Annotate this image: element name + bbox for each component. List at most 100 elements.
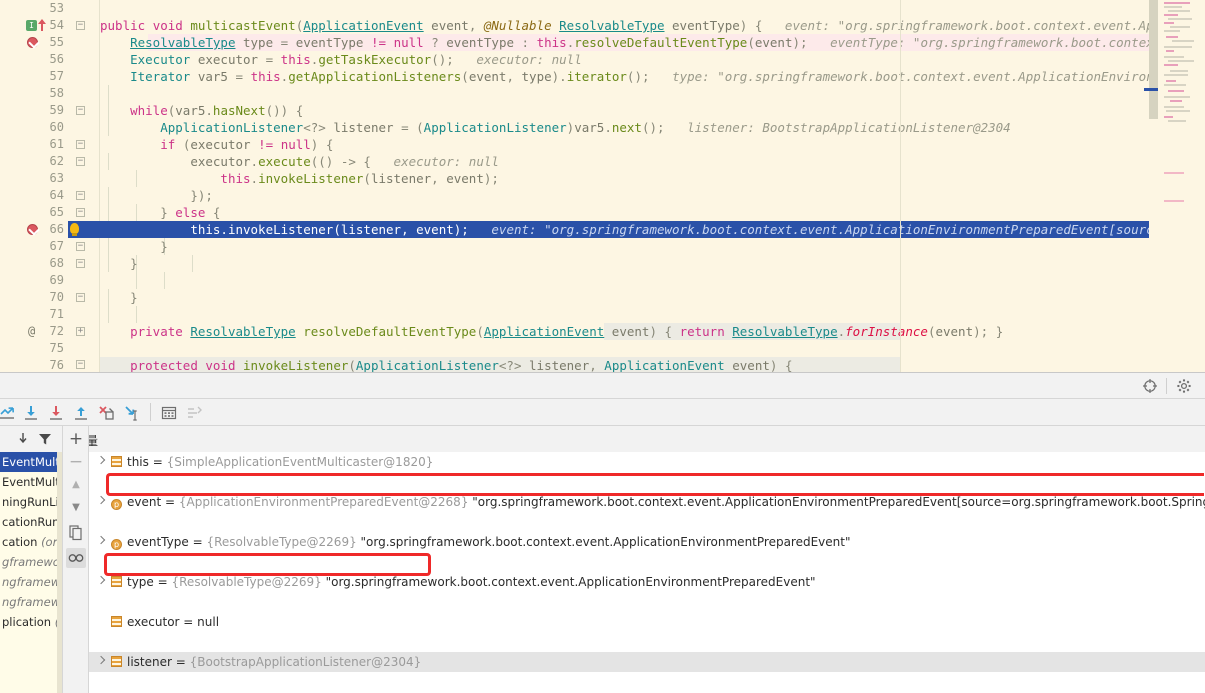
breakpoint-arrow-icon[interactable]	[38, 19, 46, 31]
variable-row-eventtype[interactable]: p eventType = {ResolvableType@2269} "org.…	[89, 532, 1205, 552]
fold-marker-icon[interactable]: −	[76, 106, 85, 115]
variable-row-executor[interactable]: executor = null	[89, 612, 1205, 632]
frames-toolbar[interactable]	[0, 426, 63, 452]
remove-watch-button[interactable]: −	[66, 452, 86, 472]
code-line[interactable]: 76 − protected void invokeListener(Appli…	[0, 357, 1180, 372]
field-icon	[111, 456, 122, 467]
code-line[interactable]: 60 ApplicationListener<?> listener = (Ap…	[0, 119, 1180, 187]
code-line[interactable]: 63 this.invokeListener(listener, event);	[0, 170, 1180, 272]
show-execution-point-button[interactable]	[0, 403, 17, 423]
move-up-button[interactable]: ▲	[66, 475, 86, 495]
editor-viewport[interactable]: 53 54 I − public void multicastEvent(App…	[0, 0, 1180, 372]
chevron-right-icon[interactable]	[97, 497, 106, 506]
frame-row[interactable]: ngframewo	[0, 572, 62, 592]
fold-marker-icon[interactable]: −	[76, 21, 85, 30]
debug-stepping-toolbar[interactable]	[0, 399, 1205, 426]
variable-row-type[interactable]: type = {ResolvableType@2269} "org.spring…	[89, 572, 1205, 592]
editor-vertical-scrollbar[interactable]	[1149, 0, 1158, 372]
code-line-current[interactable]: 66 this.invokeListener(listener, event);…	[0, 221, 1180, 238]
fold-marker-icon[interactable]: +	[76, 327, 85, 336]
chevron-right-icon[interactable]	[97, 457, 106, 466]
code-line[interactable]: 56 Executor executor = this.getTaskExecu…	[0, 51, 1180, 102]
code-line[interactable]: 64 − });	[0, 187, 1180, 289]
frame-location: gframework	[2, 555, 62, 569]
show-threads-button[interactable]	[184, 403, 204, 423]
move-down-button[interactable]: ▼	[66, 498, 86, 518]
crosshair-locate-icon[interactable]	[1142, 378, 1158, 394]
variable-name: listener	[127, 655, 172, 669]
fold-marker-icon[interactable]: −	[76, 259, 85, 268]
fold-marker-icon[interactable]: −	[76, 191, 85, 200]
fold-marker-icon[interactable]: −	[76, 157, 85, 166]
frame-row[interactable]: cation (org	[0, 532, 62, 552]
frames-list[interactable]: EventMultic EventMultic ningRunList cati…	[0, 452, 63, 693]
variable-ref: {ResolvableType@2269}	[206, 535, 357, 549]
glasses-icon[interactable]	[66, 548, 86, 568]
code-line[interactable]: 75	[0, 340, 1180, 357]
code-line[interactable]: 58	[0, 85, 1180, 136]
editor-minimap[interactable]	[1158, 0, 1205, 372]
code-line[interactable]: 65 − } else {	[0, 204, 1180, 289]
frame-row[interactable]: ngframewo	[0, 592, 62, 612]
code-line[interactable]: 69	[0, 272, 1180, 323]
code-text: ResolvableType type = eventType != null …	[130, 35, 1180, 50]
step-over-button[interactable]	[21, 403, 41, 423]
frame-row[interactable]: gframework	[0, 552, 62, 572]
copy-icon[interactable]	[66, 522, 86, 542]
evaluate-expression-button[interactable]	[159, 403, 179, 423]
code-line[interactable]: 72 @ + private ResolvableType resolveDef…	[0, 323, 1180, 340]
debug-tool-window[interactable]: 变量 EventMultic EventMultic ningRunList c…	[0, 372, 1205, 693]
code-line[interactable]: 57 Iterator var5 = this.getApplicationLi…	[0, 68, 1180, 119]
watches-side-toolbar[interactable]: + − ▲ ▼	[63, 426, 89, 693]
force-step-into-button[interactable]	[96, 403, 116, 423]
gear-icon[interactable]	[1176, 378, 1192, 394]
variable-row-event[interactable]: p event = {ApplicationEnvironmentPrepared…	[89, 492, 1205, 512]
chevron-right-icon[interactable]	[97, 537, 106, 546]
debug-tabs-row[interactable]: 变量	[0, 426, 1205, 452]
code-line[interactable]: 62 − executor.execute(() -> { executor: …	[0, 153, 1180, 255]
step-into-button[interactable]	[46, 403, 66, 423]
scrollbar-thumb[interactable]	[1149, 0, 1158, 119]
variable-row-this[interactable]: this = {SimpleApplicationEventMulticaste…	[89, 452, 1205, 472]
chevron-right-icon[interactable]	[97, 577, 106, 586]
code-line[interactable]: 68 − }	[0, 255, 1180, 323]
code-line[interactable]: 55 ResolvableType type = eventType != nu…	[0, 34, 1180, 119]
code-line[interactable]: 71	[0, 306, 1180, 323]
frame-row[interactable]: cationRunLi	[0, 512, 62, 532]
frame-row[interactable]: ningRunList	[0, 492, 62, 512]
run-method-icon[interactable]: I	[26, 20, 37, 31]
code-line[interactable]: 59 − while(var5.hasNext()) {	[0, 102, 1180, 170]
frame-row[interactable]: EventMultic	[0, 452, 62, 472]
annotation-marker[interactable]: @	[28, 323, 35, 340]
fold-marker-icon[interactable]: −	[76, 140, 85, 149]
line-number: 57	[49, 69, 64, 83]
run-to-cursor-button[interactable]	[121, 403, 141, 423]
fold-marker-icon[interactable]: −	[76, 360, 85, 369]
code-editor[interactable]: 53 54 I − public void multicastEvent(App…	[0, 0, 1205, 372]
code-line[interactable]: 70 − }	[0, 289, 1180, 306]
step-out-button[interactable]	[71, 403, 91, 423]
line-number: 71	[49, 307, 64, 321]
variables-tree[interactable]: this = {SimpleApplicationEventMulticaste…	[89, 452, 1205, 693]
toolbar-separator	[150, 403, 151, 421]
fold-marker-icon[interactable]: −	[76, 293, 85, 302]
fold-marker-icon[interactable]: −	[76, 242, 85, 251]
breakpoint-icon[interactable]	[27, 224, 38, 235]
frame-row[interactable]: EventMultic	[0, 472, 62, 492]
code-line[interactable]: 61 − if (executor != null) {	[0, 136, 1180, 221]
fold-marker-icon[interactable]: −	[76, 208, 85, 217]
intention-bulb-icon[interactable]	[70, 223, 79, 236]
breakpoint-icon[interactable]	[27, 37, 38, 48]
frame-row[interactable]: plication (cc	[0, 612, 62, 632]
chevron-right-icon[interactable]	[97, 657, 106, 666]
export-threads-icon[interactable]	[14, 430, 32, 448]
code-text: this.invokeListener(listener, event);	[220, 171, 499, 186]
add-watch-button[interactable]: +	[66, 429, 86, 449]
filter-icon[interactable]	[36, 430, 54, 448]
code-line[interactable]: 54 I − public void multicastEvent(Applic…	[0, 17, 1180, 34]
code-line[interactable]: 67 − }	[0, 238, 1180, 323]
line-number: 59	[49, 103, 64, 117]
frame-label: ningRunList	[2, 495, 62, 509]
code-line[interactable]: 53	[0, 0, 1180, 17]
variable-row-listener[interactable]: listener = {BootstrapApplicationListener…	[89, 652, 1205, 672]
